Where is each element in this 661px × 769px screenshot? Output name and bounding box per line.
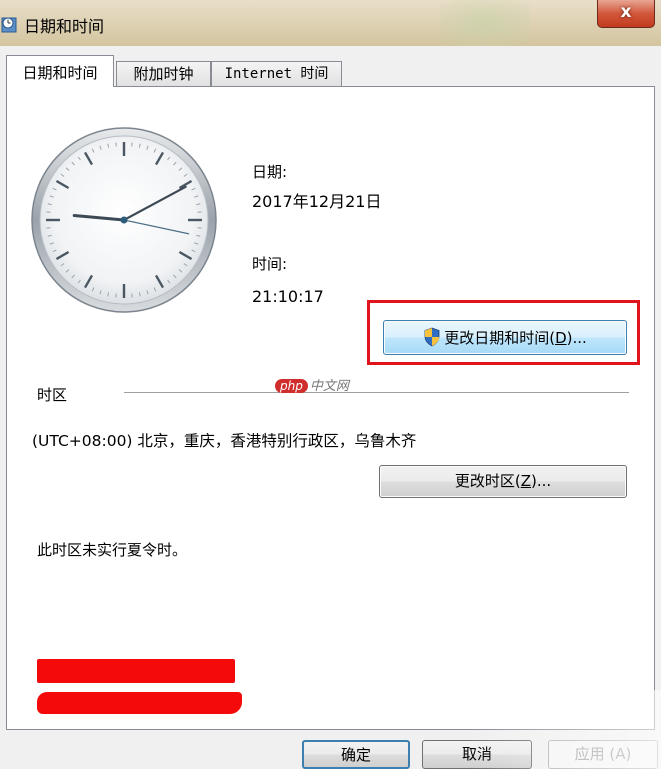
- window-title: 日期和时间: [24, 17, 105, 36]
- timezone-section-label: 时区: [37, 386, 68, 404]
- time-label: 时间:: [252, 255, 288, 273]
- uac-shield-icon: [424, 327, 440, 347]
- change-date-time-mnemonic: D: [555, 329, 567, 347]
- close-button[interactable]: x: [597, 0, 655, 28]
- dst-note: 此时区未实行夏令时。: [37, 541, 188, 559]
- tab-additional-clocks[interactable]: 附加时钟: [116, 61, 211, 86]
- analog-clock: [31, 127, 217, 313]
- redaction-mark: [37, 659, 235, 683]
- watermark: php 中文网: [275, 375, 349, 394]
- date-label: 日期:: [252, 163, 288, 181]
- time-value: 21:10:17: [252, 287, 324, 306]
- title-bar-glow: [440, 0, 530, 46]
- change-timezone-button[interactable]: 更改时区(Z)...: [379, 465, 627, 498]
- ok-button[interactable]: 确定: [302, 740, 410, 769]
- change-timezone-label: 更改时区(: [454, 472, 521, 490]
- change-timezone-suffix: )...: [530, 472, 552, 490]
- watermark-text: 中文网: [309, 379, 349, 394]
- cancel-button[interactable]: 取消: [422, 740, 532, 769]
- clock-center-pin: [120, 216, 128, 224]
- clock-app-icon: [1, 17, 17, 33]
- change-timezone-mnemonic: Z: [520, 472, 531, 490]
- tab-date-and-time[interactable]: 日期和时间: [6, 55, 114, 87]
- change-date-time-label: 更改日期和时间(: [444, 329, 556, 347]
- close-icon: x: [620, 2, 632, 22]
- change-date-time-suffix: )...: [566, 329, 587, 347]
- timezone-separator: [124, 392, 629, 393]
- tab-internet-time[interactable]: Internet 时间: [211, 61, 342, 86]
- apply-button[interactable]: 应用 (A): [548, 740, 658, 769]
- redaction-mark: [37, 692, 242, 714]
- date-value: 2017年12月21日: [252, 192, 382, 211]
- timezone-value: (UTC+08:00) 北京，重庆，香港特别行政区，乌鲁木齐: [32, 432, 417, 450]
- title-bar[interactable]: 日期和时间 x: [0, 0, 661, 46]
- change-date-time-button[interactable]: 更改日期和时间(D)...: [383, 320, 627, 355]
- tab-panel: 日期: 2017年12月21日 时间: 21:10:17 更改日期和时间(D).…: [6, 86, 655, 730]
- watermark-badge: php: [275, 379, 308, 393]
